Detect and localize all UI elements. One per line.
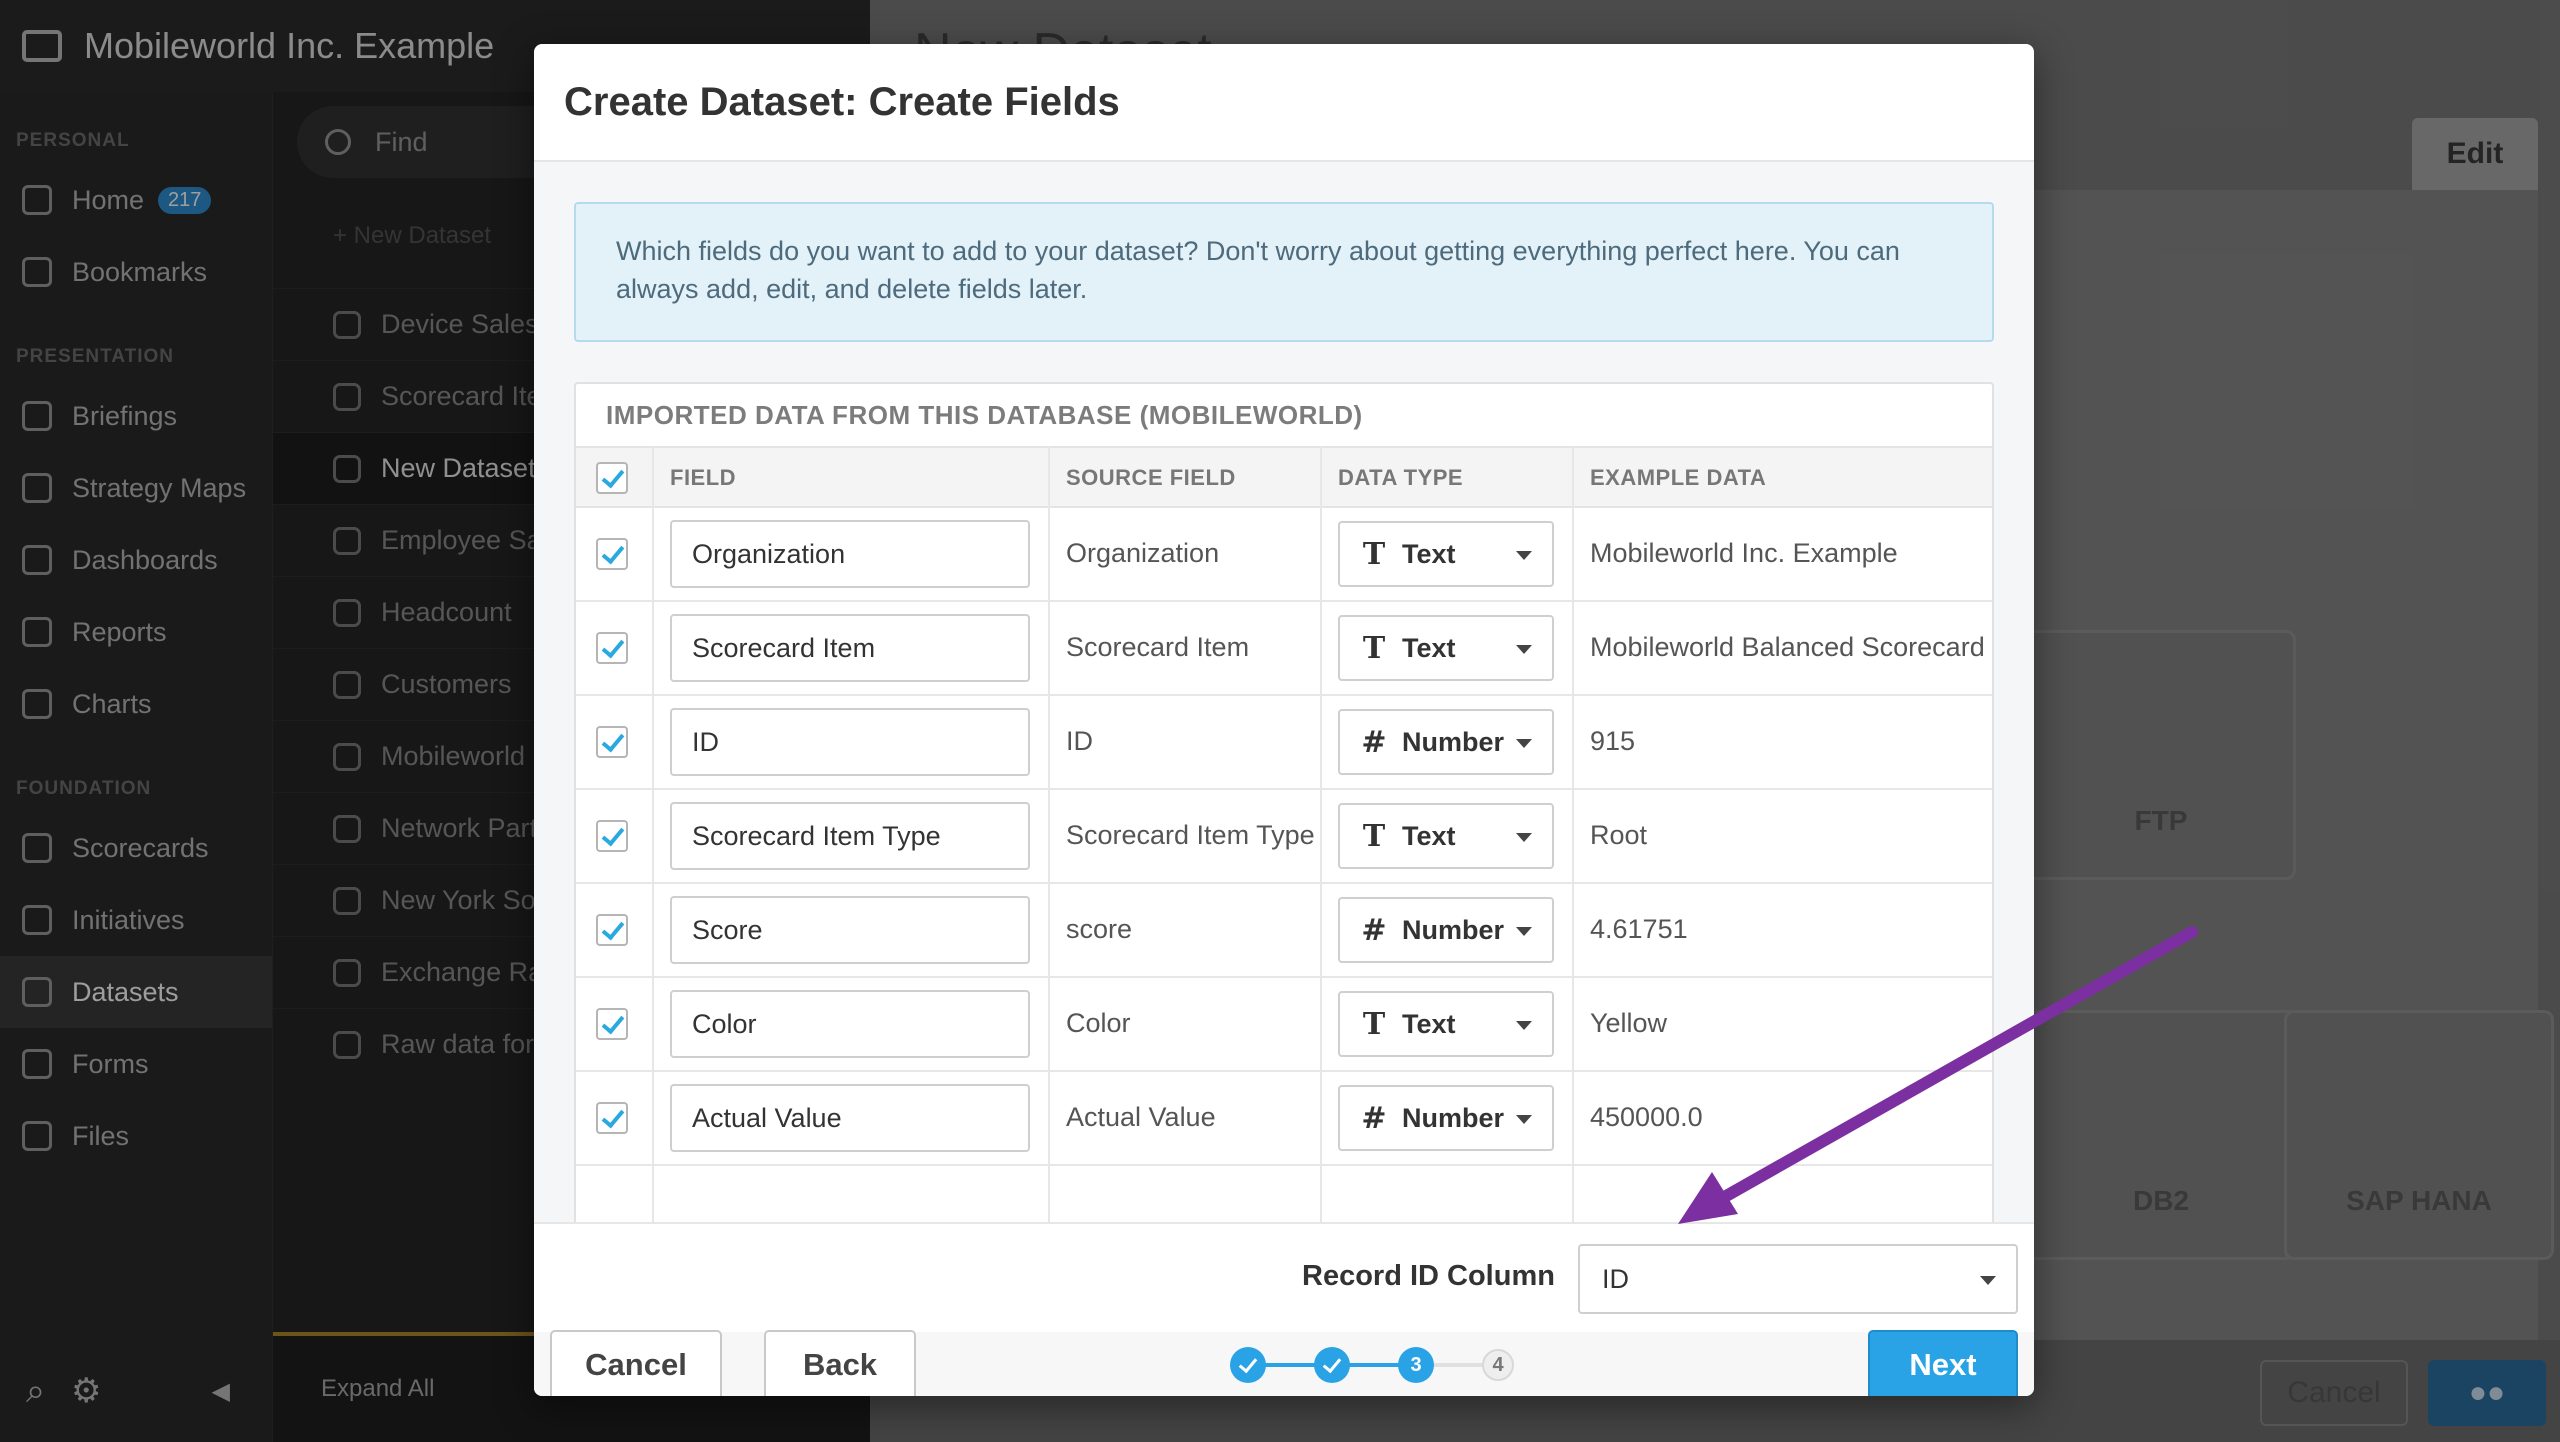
example-data: Mobileworld Inc. Example <box>1590 538 1898 568</box>
table-row: Scorecard Item Scorecard Item T Text Mobilew… <box>576 602 1992 696</box>
step-2-complete-icon <box>1314 1347 1350 1383</box>
cancel-button[interactable]: Cancel <box>550 1330 722 1396</box>
table-row: Scorecard Item Type Scorecard Item Type T T… <box>576 790 1992 884</box>
text-type-icon: T <box>1362 1006 1386 1042</box>
table-row: Color Color T Text Yellow <box>576 978 1992 1072</box>
fields-table: IMPORTED DATA FROM THIS DATABASE (MOBILE… <box>574 382 1994 1222</box>
row-checkbox[interactable] <box>596 820 628 852</box>
data-type-select[interactable]: T Text <box>1338 615 1554 681</box>
row-checkbox[interactable] <box>596 632 628 664</box>
source-field: Scorecard Item Type <box>1066 820 1315 850</box>
row-checkbox[interactable] <box>596 726 628 758</box>
dialog-body: Which fields do you want to add to your … <box>534 162 2034 1222</box>
source-field: Scorecard Item <box>1066 632 1250 662</box>
next-button[interactable]: Next <box>1868 1330 2018 1396</box>
row-checkbox[interactable] <box>596 1102 628 1134</box>
data-type-select[interactable]: T Text <box>1338 991 1554 1057</box>
table-header-row: FIELD SOURCE FIELD DATA TYPE EXAMPLE DAT… <box>576 446 1992 508</box>
chevron-down-icon <box>1516 1021 1532 1030</box>
step-1-complete-icon <box>1230 1347 1266 1383</box>
data-type-select[interactable]: # Number <box>1338 897 1554 963</box>
chevron-down-icon <box>1516 833 1532 842</box>
data-type-select[interactable]: T Text <box>1338 521 1554 587</box>
data-type-value: Number <box>1402 1102 1505 1133</box>
chevron-down-icon <box>1516 739 1532 748</box>
field-name-value: Scorecard Item Type <box>692 820 941 851</box>
dialog-footer: Cancel Back 3 4 Next <box>534 1330 2034 1396</box>
row-checkbox[interactable] <box>596 1008 628 1040</box>
dialog-title: Create Dataset: Create Fields <box>564 79 1120 124</box>
data-type-value: Text <box>1402 820 1456 851</box>
example-data: Mobileworld Balanced Scorecard <box>1590 632 1985 662</box>
data-type-value: Number <box>1402 914 1505 945</box>
dialog-header: Create Dataset: Create Fields <box>534 44 2034 162</box>
text-type-icon: T <box>1362 818 1386 854</box>
chevron-down-icon <box>1516 1115 1532 1124</box>
text-type-icon: T <box>1362 630 1386 666</box>
field-name-value: Organization <box>692 538 846 569</box>
field-name-input[interactable]: Organization <box>670 520 1030 588</box>
table-caption: IMPORTED DATA FROM THIS DATABASE (MOBILE… <box>606 400 1363 430</box>
field-name-value: Actual Value <box>692 1102 842 1133</box>
data-type-select[interactable]: # Number <box>1338 709 1554 775</box>
field-name-value: ID <box>692 726 719 757</box>
record-id-select[interactable]: ID <box>1578 1244 2018 1314</box>
data-type-select[interactable]: # Number <box>1338 1085 1554 1151</box>
field-name-input[interactable]: ID <box>670 708 1030 776</box>
source-field: Color <box>1066 1008 1131 1038</box>
back-button[interactable]: Back <box>764 1330 916 1396</box>
data-type-value: Text <box>1402 1008 1456 1039</box>
field-name-input[interactable]: Scorecard Item Type <box>670 802 1030 870</box>
table-row: Actual Value Actual Value # Number 450000.0 <box>576 1072 1992 1166</box>
field-name-value: Scorecard Item <box>692 632 876 663</box>
step-3-current: 3 <box>1398 1347 1434 1383</box>
column-header-source-field: SOURCE FIELD <box>1066 465 1236 490</box>
step-4-pending: 4 <box>1482 1349 1514 1381</box>
create-dataset-dialog: Create Dataset: Create Fields Which fiel… <box>534 44 2034 1396</box>
data-type-value: Text <box>1402 538 1456 569</box>
text-type-icon: T <box>1362 536 1386 572</box>
chevron-down-icon <box>1516 927 1532 936</box>
column-header-field: FIELD <box>670 465 737 490</box>
row-checkbox[interactable] <box>596 914 628 946</box>
hash-icon: # <box>1361 724 1387 760</box>
data-type-value: Text <box>1402 632 1456 663</box>
source-field: ID <box>1066 726 1093 756</box>
source-field: Actual Value <box>1066 1102 1216 1132</box>
example-data: Yellow <box>1590 1008 1668 1038</box>
field-name-input[interactable]: Score <box>670 896 1030 964</box>
data-type-value: Number <box>1402 726 1505 757</box>
info-message: Which fields do you want to add to your … <box>574 202 1994 342</box>
source-field: Organization <box>1066 538 1220 568</box>
example-data: 915 <box>1590 726 1636 756</box>
source-field: score <box>1066 914 1133 944</box>
record-id-bar: Record ID Column ID <box>534 1222 2034 1332</box>
record-id-value: ID <box>1602 1263 1629 1294</box>
hash-icon: # <box>1361 1100 1387 1136</box>
record-id-label: Record ID Column <box>1302 1260 1555 1292</box>
example-data: Root <box>1590 820 1648 850</box>
chevron-down-icon <box>1516 645 1532 654</box>
table-row: ID ID # Number 915 <box>576 696 1992 790</box>
column-header-data-type: DATA TYPE <box>1338 465 1464 490</box>
select-all-checkbox[interactable] <box>596 462 628 494</box>
field-name-input[interactable]: Scorecard Item <box>670 614 1030 682</box>
table-row: Organization Organization T Text Mobileworld… <box>576 508 1992 602</box>
field-name-value: Color <box>692 1008 757 1039</box>
chevron-down-icon <box>1516 551 1532 560</box>
field-name-input[interactable]: Actual Value <box>670 1084 1030 1152</box>
field-name-value: Score <box>692 914 763 945</box>
example-data: 450000.0 <box>1590 1102 1703 1132</box>
table-row: Score score # Number 4.61751 <box>576 884 1992 978</box>
chevron-down-icon <box>1980 1276 1996 1285</box>
table-row-partial <box>576 1166 1992 1222</box>
column-header-example-data: EXAMPLE DATA <box>1590 465 1767 490</box>
data-type-select[interactable]: T Text <box>1338 803 1554 869</box>
example-data: 4.61751 <box>1590 914 1688 944</box>
field-name-input[interactable]: Color <box>670 990 1030 1058</box>
row-checkbox[interactable] <box>596 538 628 570</box>
hash-icon: # <box>1361 912 1387 948</box>
